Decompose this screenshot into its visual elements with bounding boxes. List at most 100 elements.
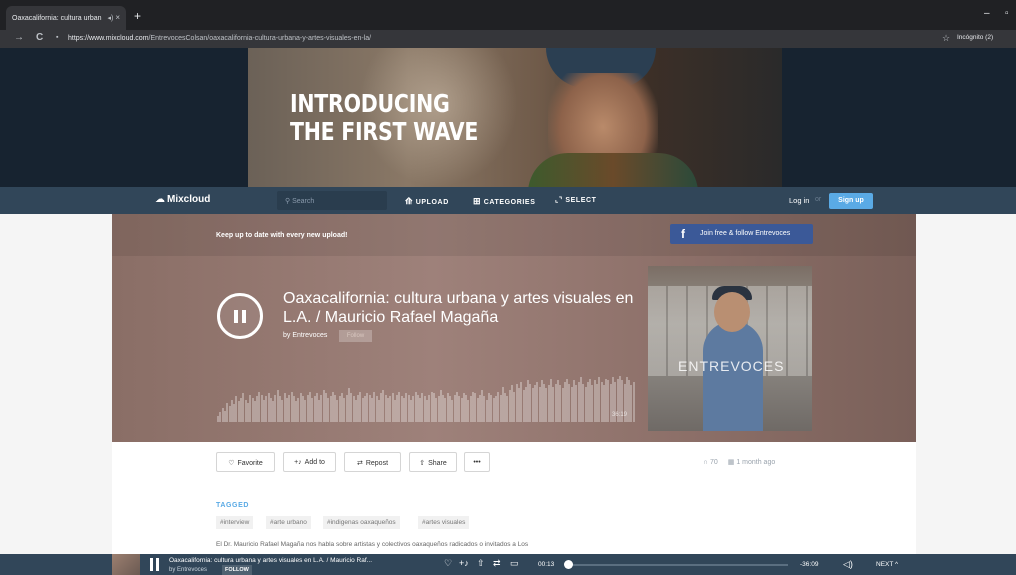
categories-link[interactable]: ⊞ CATEGORIES bbox=[473, 196, 535, 207]
facebook-join-label: Join free & follow Entrevoces bbox=[700, 230, 791, 237]
cast-title: Oaxacalifornia: cultura urbana y artes v… bbox=[283, 290, 634, 326]
remaining-time: -36:09 bbox=[800, 561, 819, 568]
upload-date: 1 month ago bbox=[736, 459, 776, 466]
tab-close-button[interactable]: × bbox=[115, 13, 120, 22]
cast-duration: 36:19 bbox=[612, 412, 628, 418]
banner-headline: INTRODUCING THE FIRST WAVE bbox=[290, 90, 478, 146]
waveform[interactable] bbox=[217, 367, 635, 422]
tag-chip[interactable]: #artes visuales bbox=[418, 516, 470, 529]
incognito-profile[interactable]: Incógnito (2) bbox=[957, 34, 993, 41]
add-to-button[interactable]: +♪ Add to bbox=[283, 452, 336, 472]
favorite-label: Favorite bbox=[237, 460, 263, 467]
upload-icon: ⟰ bbox=[405, 196, 414, 206]
elapsed-time: 00:13 bbox=[538, 561, 555, 568]
add-to-icon: +♪ bbox=[294, 459, 302, 466]
upload-link[interactable]: ⟰ UPLOAD bbox=[405, 196, 449, 207]
search-input[interactable]: ⚲ Search bbox=[277, 191, 387, 210]
volume-icon[interactable]: ◁) bbox=[843, 559, 853, 570]
next-button[interactable]: NEXT ^ bbox=[876, 561, 898, 568]
follow-prompt-bar: Keep up to date with every new upload! f… bbox=[112, 214, 916, 256]
follow-button[interactable]: Follow bbox=[339, 330, 372, 342]
pause-icon-bar-right bbox=[242, 310, 246, 323]
facebook-join-button[interactable]: f Join free & follow Entrevoces bbox=[670, 224, 813, 244]
cast-stats: ∩ 70 ▦ 1 month ago bbox=[703, 458, 775, 466]
cover-person bbox=[703, 321, 763, 431]
browser-address-bar: → C ▪ https://www.mixcloud.com/Entrevoce… bbox=[0, 30, 1016, 48]
url-host: https://www.mixcloud.com bbox=[68, 35, 149, 42]
keep-up-text: Keep up to date with every new upload! bbox=[216, 232, 348, 239]
headphones-icon: ∩ bbox=[703, 459, 709, 466]
select-icon: ⌞⌝ bbox=[555, 197, 563, 204]
tagged-heading: TAGGED bbox=[216, 502, 250, 509]
select-link[interactable]: ⌞⌝ SELECT bbox=[555, 196, 597, 204]
login-link[interactable]: Log in bbox=[789, 196, 809, 205]
player-follow-button[interactable]: FOLLOW bbox=[222, 565, 252, 575]
repost-button[interactable]: ⇄ Repost bbox=[344, 452, 401, 472]
repost-icon[interactable]: ⇄ bbox=[493, 558, 501, 569]
player-author[interactable]: by Entrevoces bbox=[169, 567, 207, 573]
pause-button[interactable] bbox=[217, 293, 263, 339]
back-button[interactable]: → bbox=[14, 32, 24, 43]
more-options-button[interactable]: ••• bbox=[464, 452, 490, 472]
cover-head bbox=[714, 292, 750, 332]
favorite-button[interactable]: ♡ Favorite bbox=[216, 452, 275, 472]
signup-button[interactable]: Sign up bbox=[829, 193, 873, 209]
cover-watermark: ENTREVOCES bbox=[678, 358, 785, 374]
cloud-logo-icon: ☁ bbox=[155, 194, 165, 205]
share-icon[interactable]: ⇧ bbox=[477, 558, 485, 569]
bottom-player: Oaxacalifornia: cultura urbana y artes v… bbox=[0, 554, 1016, 575]
heart-icon: ♡ bbox=[228, 460, 235, 467]
login-separator: or bbox=[815, 196, 822, 203]
grid-icon: ⊞ bbox=[473, 196, 482, 206]
cover-image: ENTREVOCES bbox=[648, 266, 812, 431]
player-thumbnail[interactable] bbox=[112, 554, 140, 575]
calendar-icon: ▦ bbox=[727, 459, 735, 466]
search-icon: ⚲ bbox=[285, 198, 291, 205]
browser-tab[interactable]: Oaxacalifornia: cultura urban ◂) × bbox=[6, 6, 126, 30]
comment-icon[interactable]: ▭ bbox=[510, 558, 519, 569]
upload-label: UPLOAD bbox=[415, 199, 449, 206]
url-field[interactable]: ▪ https://www.mixcloud.com/EntrevocesCol… bbox=[56, 32, 936, 46]
minimize-button[interactable]: – bbox=[984, 8, 990, 19]
banner-line-2: THE FIRST WAVE bbox=[290, 117, 479, 146]
cast-description: El Dr. Mauricio Rafael Magaña nos habla … bbox=[216, 541, 529, 548]
repost-icon: ⇄ bbox=[356, 460, 363, 467]
banner-line-1: INTRODUCING bbox=[290, 89, 450, 118]
player-pause-button[interactable] bbox=[150, 558, 160, 571]
tag-chip[interactable]: #interview bbox=[216, 516, 254, 529]
tag-chip[interactable]: #arte urbano bbox=[266, 516, 311, 529]
waveform-bar bbox=[632, 382, 635, 422]
url-path: /EntrevocesColsan/oaxacalifornia-cultura… bbox=[148, 35, 372, 42]
progress-track[interactable] bbox=[566, 564, 788, 566]
facebook-icon: f bbox=[681, 227, 685, 241]
pause-icon-bar-left bbox=[234, 310, 238, 323]
pause-icon-left bbox=[150, 558, 153, 571]
share-icon: ⇧ bbox=[419, 460, 426, 467]
tab-title: Oaxacalifornia: cultura urban bbox=[12, 15, 102, 22]
logo-text: Mixcloud bbox=[167, 194, 211, 205]
cast-author[interactable]: by Entrevoces bbox=[283, 332, 327, 339]
browser-tab-bar: Oaxacalifornia: cultura urban ◂) × + – ▫ bbox=[0, 0, 1016, 30]
favorite-icon[interactable]: ♡ bbox=[444, 558, 452, 569]
tag-chip[interactable]: #indigenas oaxaqueños bbox=[323, 516, 400, 529]
bookmark-star-icon[interactable]: ☆ bbox=[942, 33, 950, 44]
select-label: SELECT bbox=[565, 197, 597, 204]
left-gutter bbox=[0, 214, 112, 554]
new-tab-button[interactable]: + bbox=[134, 9, 141, 23]
banner-shirt bbox=[528, 153, 698, 187]
share-label: Share bbox=[428, 460, 447, 467]
pause-icon-right bbox=[156, 558, 159, 571]
lock-icon: ▪ bbox=[56, 34, 59, 41]
player-title[interactable]: Oaxacalifornia: cultura urbana y artes v… bbox=[169, 557, 372, 564]
restore-button[interactable]: ▫ bbox=[1005, 8, 1009, 19]
categories-label: CATEGORIES bbox=[483, 199, 536, 206]
reload-button[interactable]: C bbox=[36, 32, 43, 43]
mixcloud-logo[interactable]: ☁ Mixcloud bbox=[155, 194, 210, 205]
add-to-icon[interactable]: +♪ bbox=[459, 558, 469, 568]
progress-handle[interactable] bbox=[564, 560, 574, 569]
share-button[interactable]: ⇧ Share bbox=[409, 452, 457, 472]
audio-icon: ◂) bbox=[107, 15, 114, 22]
right-gutter bbox=[916, 214, 1016, 554]
add-to-label: Add to bbox=[304, 459, 325, 466]
repost-label: Repost bbox=[365, 460, 389, 467]
